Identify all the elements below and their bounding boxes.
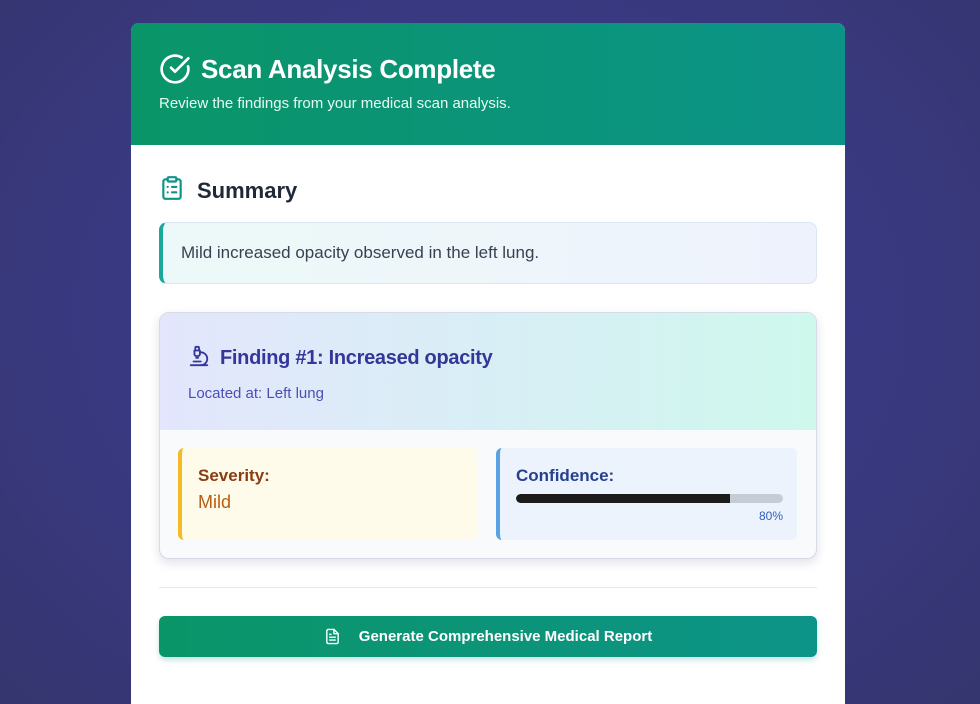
divider (159, 587, 817, 588)
severity-label: Severity: (198, 466, 270, 485)
page-title: Scan Analysis Complete (201, 53, 496, 84)
finding-card: Finding #1: Increased opacity Located at… (159, 312, 817, 559)
generate-report-button[interactable]: Generate Comprehensive Medical Report (159, 616, 817, 657)
finding-location: Located at: Left lung (188, 385, 324, 402)
finding-details: Severity: Mild Confidence: 80% (160, 430, 816, 558)
summary-heading: Summary (197, 177, 298, 203)
finding-title-row: Finding #1: Increased opacity (188, 313, 788, 372)
severity-panel: Severity: Mild (178, 448, 478, 540)
microscope-icon (188, 345, 210, 372)
clipboard-icon (159, 175, 185, 206)
confidence-percent: 80% (758, 509, 783, 523)
severity-value: Mild (198, 492, 232, 512)
page-subtitle: Review the findings from your medical sc… (159, 95, 511, 112)
results-header: Scan Analysis Complete Review the findin… (131, 23, 845, 145)
confidence-panel: Confidence: 80% (496, 448, 797, 540)
finding-title: Finding #1: Increased opacity (220, 347, 493, 369)
summary-heading-row: Summary (159, 145, 817, 206)
confidence-bar-fill (516, 494, 730, 503)
check-circle-icon (159, 53, 191, 85)
confidence-label: Confidence: (516, 466, 615, 485)
confidence-bar (516, 494, 783, 503)
results-body: Summary Mild increased opacity observed … (131, 145, 845, 704)
header-title-row: Scan Analysis Complete (159, 23, 817, 85)
results-card: Scan Analysis Complete Review the findin… (131, 23, 845, 704)
generate-report-label: Generate Comprehensive Medical Report (358, 628, 653, 645)
document-icon (324, 628, 359, 645)
summary-text: Mild increased opacity observed in the l… (159, 222, 817, 284)
finding-header: Finding #1: Increased opacity Located at… (160, 313, 816, 430)
